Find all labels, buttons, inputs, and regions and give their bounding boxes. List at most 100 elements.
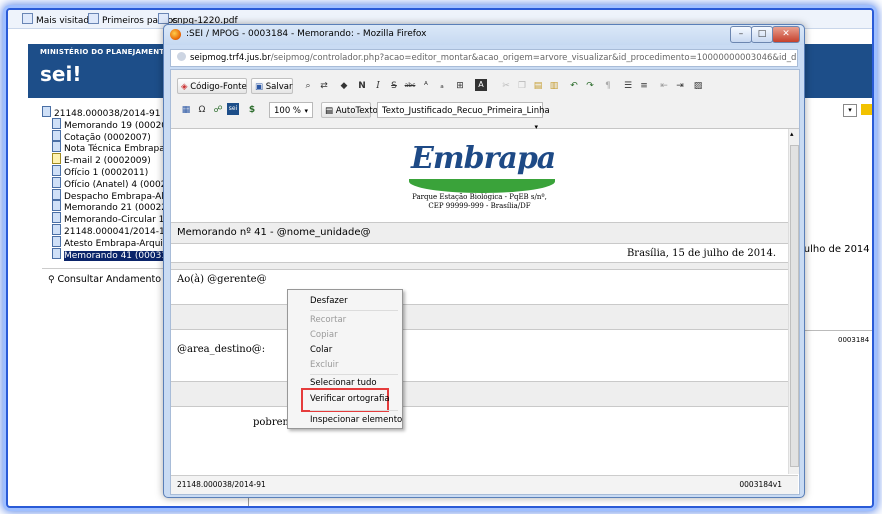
menu-item-desfazer[interactable]: Desfazer: [310, 296, 348, 306]
url-path: /seipmog/controlador.php?acao=editor_mon…: [270, 53, 797, 63]
table-icon[interactable]: ⊞: [453, 79, 467, 93]
vertical-scrollbar[interactable]: ▴: [788, 129, 799, 474]
paragraph-icon[interactable]: ¶: [601, 79, 615, 93]
tree-item[interactable]: Ofício (Anatel) 4 (0002: [42, 176, 172, 190]
tree-item[interactable]: Atesto Embrapa-Arquiv: [42, 235, 172, 249]
url-bar[interactable]: seipmog.trf4.jus.br/seipmog/controlador.…: [170, 49, 798, 67]
document-page[interactable]: Embrapa Parque Estação Biológica - PqEB …: [171, 129, 788, 474]
tree-item[interactable]: E-mail 2 (0002009): [42, 153, 172, 166]
consult-andamento-link[interactable]: ⚲ Consultar Andamento: [48, 274, 161, 285]
menu-separator: [310, 410, 398, 411]
tree-item[interactable]: Memorando 19 (00020: [42, 117, 172, 131]
toolbar-row-1: ◈ Código-Fonte ▣ Salvar ⌕ ⇄ ◆ N I S abc …: [175, 76, 795, 96]
find-icon[interactable]: ⌕: [301, 79, 315, 93]
grid-icon[interactable]: [861, 104, 872, 115]
paste-icon[interactable]: ▤: [531, 79, 545, 93]
special-char-icon[interactable]: Ω: [195, 103, 209, 117]
spacer-band: [171, 381, 788, 407]
menu-item-verificar-ortografia[interactable]: Verificar ortografia: [310, 394, 390, 404]
destination-text[interactable]: @area_destino@:: [177, 344, 265, 355]
date-row[interactable]: Brasília, 15 de julho de 2014.: [171, 243, 788, 263]
subscript-icon[interactable]: ₐ: [435, 79, 449, 93]
strikethrough-icon[interactable]: S: [387, 79, 401, 93]
close-button[interactable]: ✕: [772, 26, 800, 43]
tree-item[interactable]: Memorando-Circular 1: [42, 212, 172, 225]
style-value: Texto_Justificado_Recuo_Primeira_Linha: [382, 106, 550, 116]
scroll-thumb[interactable]: [790, 145, 799, 467]
scroll-up-icon[interactable]: ▴: [790, 130, 794, 138]
text-color-icon[interactable]: A: [475, 79, 487, 91]
table-icon[interactable]: ▦: [179, 103, 193, 117]
dollar-icon[interactable]: $: [245, 103, 259, 117]
undo-icon[interactable]: ↶: [567, 79, 581, 93]
image-icon[interactable]: ▨: [691, 79, 705, 93]
tree-item[interactable]: Ofício 1 (0002011): [42, 164, 172, 178]
outdent-icon[interactable]: ⇤: [657, 79, 671, 93]
process-tree: 21148.000038/2014-91 Memorando 19 (00020…: [42, 106, 172, 261]
cut-icon[interactable]: ✂: [499, 79, 513, 93]
menu-separator: [310, 374, 398, 375]
sei-icon[interactable]: sei: [227, 103, 239, 115]
autotext-button[interactable]: ▤ AutoTexto: [321, 102, 378, 118]
numbered-list-icon[interactable]: ☰: [621, 79, 635, 93]
redo-icon[interactable]: ↷: [583, 79, 597, 93]
save-button[interactable]: ▣ Salvar: [251, 78, 293, 94]
document-icon: [52, 188, 61, 200]
tree-item[interactable]: Cotação (0002007): [42, 129, 172, 143]
menu-item-selecionar-tudo[interactable]: Selecionar tudo: [310, 378, 377, 388]
tree-item-selected[interactable]: Memorando 41 (00031: [42, 247, 172, 261]
maximize-button[interactable]: □: [751, 26, 773, 43]
spacer-band: [171, 262, 788, 270]
tree-item[interactable]: Memorando 21 (00022: [42, 200, 172, 213]
menu-item-excluir[interactable]: Excluir: [310, 360, 339, 370]
tree-item[interactable]: Nota Técnica Embrapa: [42, 141, 172, 154]
button-label: AutoTexto: [335, 106, 378, 116]
recipient-text[interactable]: Ao(à) @gerente@: [177, 274, 267, 285]
menu-item-recortar[interactable]: Recortar: [310, 315, 346, 325]
date-text: Brasília, 15 de julho de 2014.: [626, 248, 776, 259]
bullet-list-icon[interactable]: ≡: [637, 79, 651, 93]
button-label: Código-Fonte: [190, 82, 247, 92]
status-version: 0003184v1: [739, 480, 782, 489]
link-icon[interactable]: ☍: [211, 103, 225, 117]
consult-label: Consultar Andamento: [57, 274, 162, 285]
style-select[interactable]: Texto_Justificado_Recuo_Primeira_Linha ▾: [377, 102, 550, 131]
tree-item[interactable]: Despacho Embrapa-Al: [42, 188, 172, 202]
indent-icon[interactable]: ⇥: [673, 79, 687, 93]
spacer-band: [171, 304, 788, 330]
menu-item-inspecionar-elemento[interactable]: Inspecionar elemento: [310, 415, 402, 425]
background-doc-num: 0003184: [838, 336, 870, 344]
document-icon: [52, 117, 61, 129]
menu-item-copiar[interactable]: Copiar: [310, 330, 338, 340]
toolbar-row-2: ▦ Ω ☍ sei $ 100 % ▾ ▤ AutoTexto Texto_Jus…: [175, 100, 795, 131]
email-icon: [52, 153, 61, 165]
document-icon: [52, 129, 61, 141]
eraser-icon[interactable]: ◆: [337, 79, 351, 93]
abc-icon[interactable]: abc: [403, 79, 417, 93]
bold-icon[interactable]: N: [355, 79, 369, 93]
address-line: Parque Estação Biológica - PqEB s/nº,: [412, 193, 547, 201]
minimize-button[interactable]: –: [730, 26, 752, 43]
bookmark-icon: [22, 13, 33, 24]
superscript-icon[interactable]: ᴬ: [419, 79, 433, 93]
memo-title[interactable]: Memorando nº 41 - @nome_unidade@: [171, 222, 788, 244]
tree-root[interactable]: 21148.000038/2014-91: [42, 106, 172, 119]
chevron-down-icon: ▾: [304, 107, 308, 115]
screenshot-frame: Mais visitados Primeiros passos cnpq-122…: [6, 8, 874, 508]
source-icon: ◈: [181, 82, 191, 92]
url-domain: seipmog.trf4.jus.br: [190, 53, 271, 63]
replace-icon[interactable]: ⇄: [317, 79, 331, 93]
document-icon: [52, 141, 61, 153]
zoom-select[interactable]: 100 % ▾: [269, 102, 313, 118]
autotext-icon: ▤: [325, 106, 336, 116]
tree-item[interactable]: 21148.000041/2014-13: [42, 223, 172, 237]
editor-content: ◈ Código-Fonte ▣ Salvar ⌕ ⇄ ◆ N I S abc …: [170, 69, 800, 495]
dropdown-icon[interactable]: ▾: [843, 104, 857, 117]
menu-item-colar[interactable]: Colar: [310, 345, 332, 355]
embrapa-logo: Embrapa: [409, 137, 556, 193]
copy-icon[interactable]: ❐: [515, 79, 529, 93]
source-code-button[interactable]: ◈ Código-Fonte: [177, 78, 247, 94]
logo-green-swoosh: [409, 179, 555, 193]
italic-icon[interactable]: I: [371, 79, 385, 93]
paste-word-icon[interactable]: ▥: [547, 79, 561, 93]
